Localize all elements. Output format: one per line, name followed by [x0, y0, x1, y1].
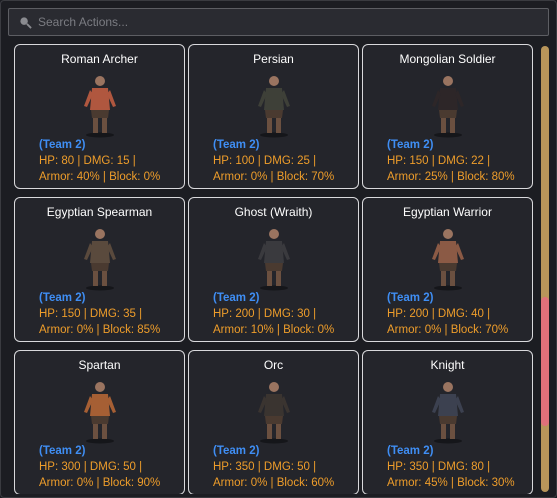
search-input[interactable]: [38, 15, 518, 29]
unit-card-spartan[interactable]: Spartan (Team 2) HP: 300 | DMG: 50 | Arm…: [14, 350, 185, 494]
unit-name: Knight: [430, 358, 465, 372]
unit-name: Egyptian Warrior: [403, 205, 492, 219]
unit-team: (Team 2): [213, 139, 260, 151]
unit-team: (Team 2): [387, 445, 434, 457]
unit-team: (Team 2): [39, 292, 86, 304]
unit-stats-hp-dmg: HP: 150 | DMG: 35 |: [39, 308, 143, 320]
unit-name: Persian: [253, 52, 294, 66]
unit-team: (Team 2): [39, 139, 86, 151]
unit-team: (Team 2): [387, 292, 434, 304]
unit-stats-armor-block: Armor: 40% | Block: 0%: [39, 171, 161, 183]
unit-card-ghost-wraith[interactable]: Ghost (Wraith) (Team 2) HP: 200 | DMG: 3…: [188, 197, 359, 342]
unit-name: Egyptian Spearman: [46, 205, 153, 219]
unit-name: Orc: [263, 358, 284, 372]
unit-grid: Roman Archer (Team 2) HP: 80 | DMG: 15 |…: [14, 44, 535, 494]
unit-stats-hp-dmg: HP: 80 | DMG: 15 |: [39, 155, 136, 167]
persian-figure: [257, 76, 290, 138]
unit-card-egyptian-warrior[interactable]: Egyptian Warrior (Team 2) HP: 200 | DMG:…: [362, 197, 533, 342]
unit-stats-hp-dmg: HP: 300 | DMG: 50 |: [39, 461, 143, 473]
unit-stats-hp-dmg: HP: 100 | DMG: 25 |: [213, 155, 317, 167]
action-panel: Roman Archer (Team 2) HP: 80 | DMG: 15 |…: [0, 0, 557, 498]
unit-stats-armor-block: Armor: 0% | Block: 60%: [213, 477, 335, 489]
unit-name: Ghost (Wraith): [234, 205, 313, 219]
unit-card-mongolian-soldier[interactable]: Mongolian Soldier (Team 2) HP: 150 | DMG…: [362, 44, 533, 189]
orc-figure: [257, 382, 290, 444]
knight-figure: [431, 382, 464, 444]
unit-team: (Team 2): [387, 139, 434, 151]
egyptian-spearman-figure: [83, 229, 116, 291]
unit-card-persian[interactable]: Persian (Team 2) HP: 100 | DMG: 25 | Arm…: [188, 44, 359, 189]
unit-card-orc[interactable]: Orc (Team 2) HP: 350 | DMG: 50 | Armor: …: [188, 350, 359, 494]
unit-stats-hp-dmg: HP: 150 | DMG: 22 |: [387, 155, 491, 167]
unit-stats-hp-dmg: HP: 200 | DMG: 40 |: [387, 308, 491, 320]
search-bar[interactable]: [8, 8, 549, 36]
unit-stats-armor-block: Armor: 25% | Block: 80%: [387, 171, 515, 183]
unit-card-knight[interactable]: Knight (Team 2) HP: 350 | DMG: 80 | Armo…: [362, 350, 533, 494]
roman-archer-figure: [83, 76, 116, 138]
unit-stats-armor-block: Armor: 0% | Block: 70%: [387, 324, 509, 336]
unit-card-roman-archer[interactable]: Roman Archer (Team 2) HP: 80 | DMG: 15 |…: [14, 44, 185, 189]
vertical-scrollbar[interactable]: [539, 46, 551, 492]
unit-stats-armor-block: Armor: 45% | Block: 30%: [387, 477, 515, 489]
unit-stats-hp-dmg: HP: 350 | DMG: 80 |: [387, 461, 491, 473]
unit-team: (Team 2): [39, 445, 86, 457]
ghost-wraith-figure: [257, 229, 290, 291]
spartan-figure: [83, 382, 116, 444]
unit-name: Mongolian Soldier: [399, 52, 496, 66]
unit-stats-armor-block: Armor: 0% | Block: 70%: [213, 171, 335, 183]
scrollbar-thumb[interactable]: [541, 297, 549, 426]
unit-team: (Team 2): [213, 292, 260, 304]
search-icon: [20, 16, 32, 29]
unit-name: Roman Archer: [61, 52, 138, 66]
mongolian-soldier-figure: [431, 76, 464, 138]
unit-stats-hp-dmg: HP: 200 | DMG: 30 |: [213, 308, 317, 320]
egyptian-warrior-figure: [431, 229, 464, 291]
unit-stats-hp-dmg: HP: 350 | DMG: 50 |: [213, 461, 317, 473]
unit-name: Spartan: [78, 358, 121, 372]
unit-team: (Team 2): [213, 445, 260, 457]
unit-stats-armor-block: Armor: 0% | Block: 85%: [39, 324, 161, 336]
unit-card-egyptian-spearman[interactable]: Egyptian Spearman (Team 2) HP: 150 | DMG…: [14, 197, 185, 342]
unit-stats-armor-block: Armor: 10% | Block: 0%: [213, 324, 335, 336]
unit-stats-armor-block: Armor: 0% | Block: 90%: [39, 477, 161, 489]
